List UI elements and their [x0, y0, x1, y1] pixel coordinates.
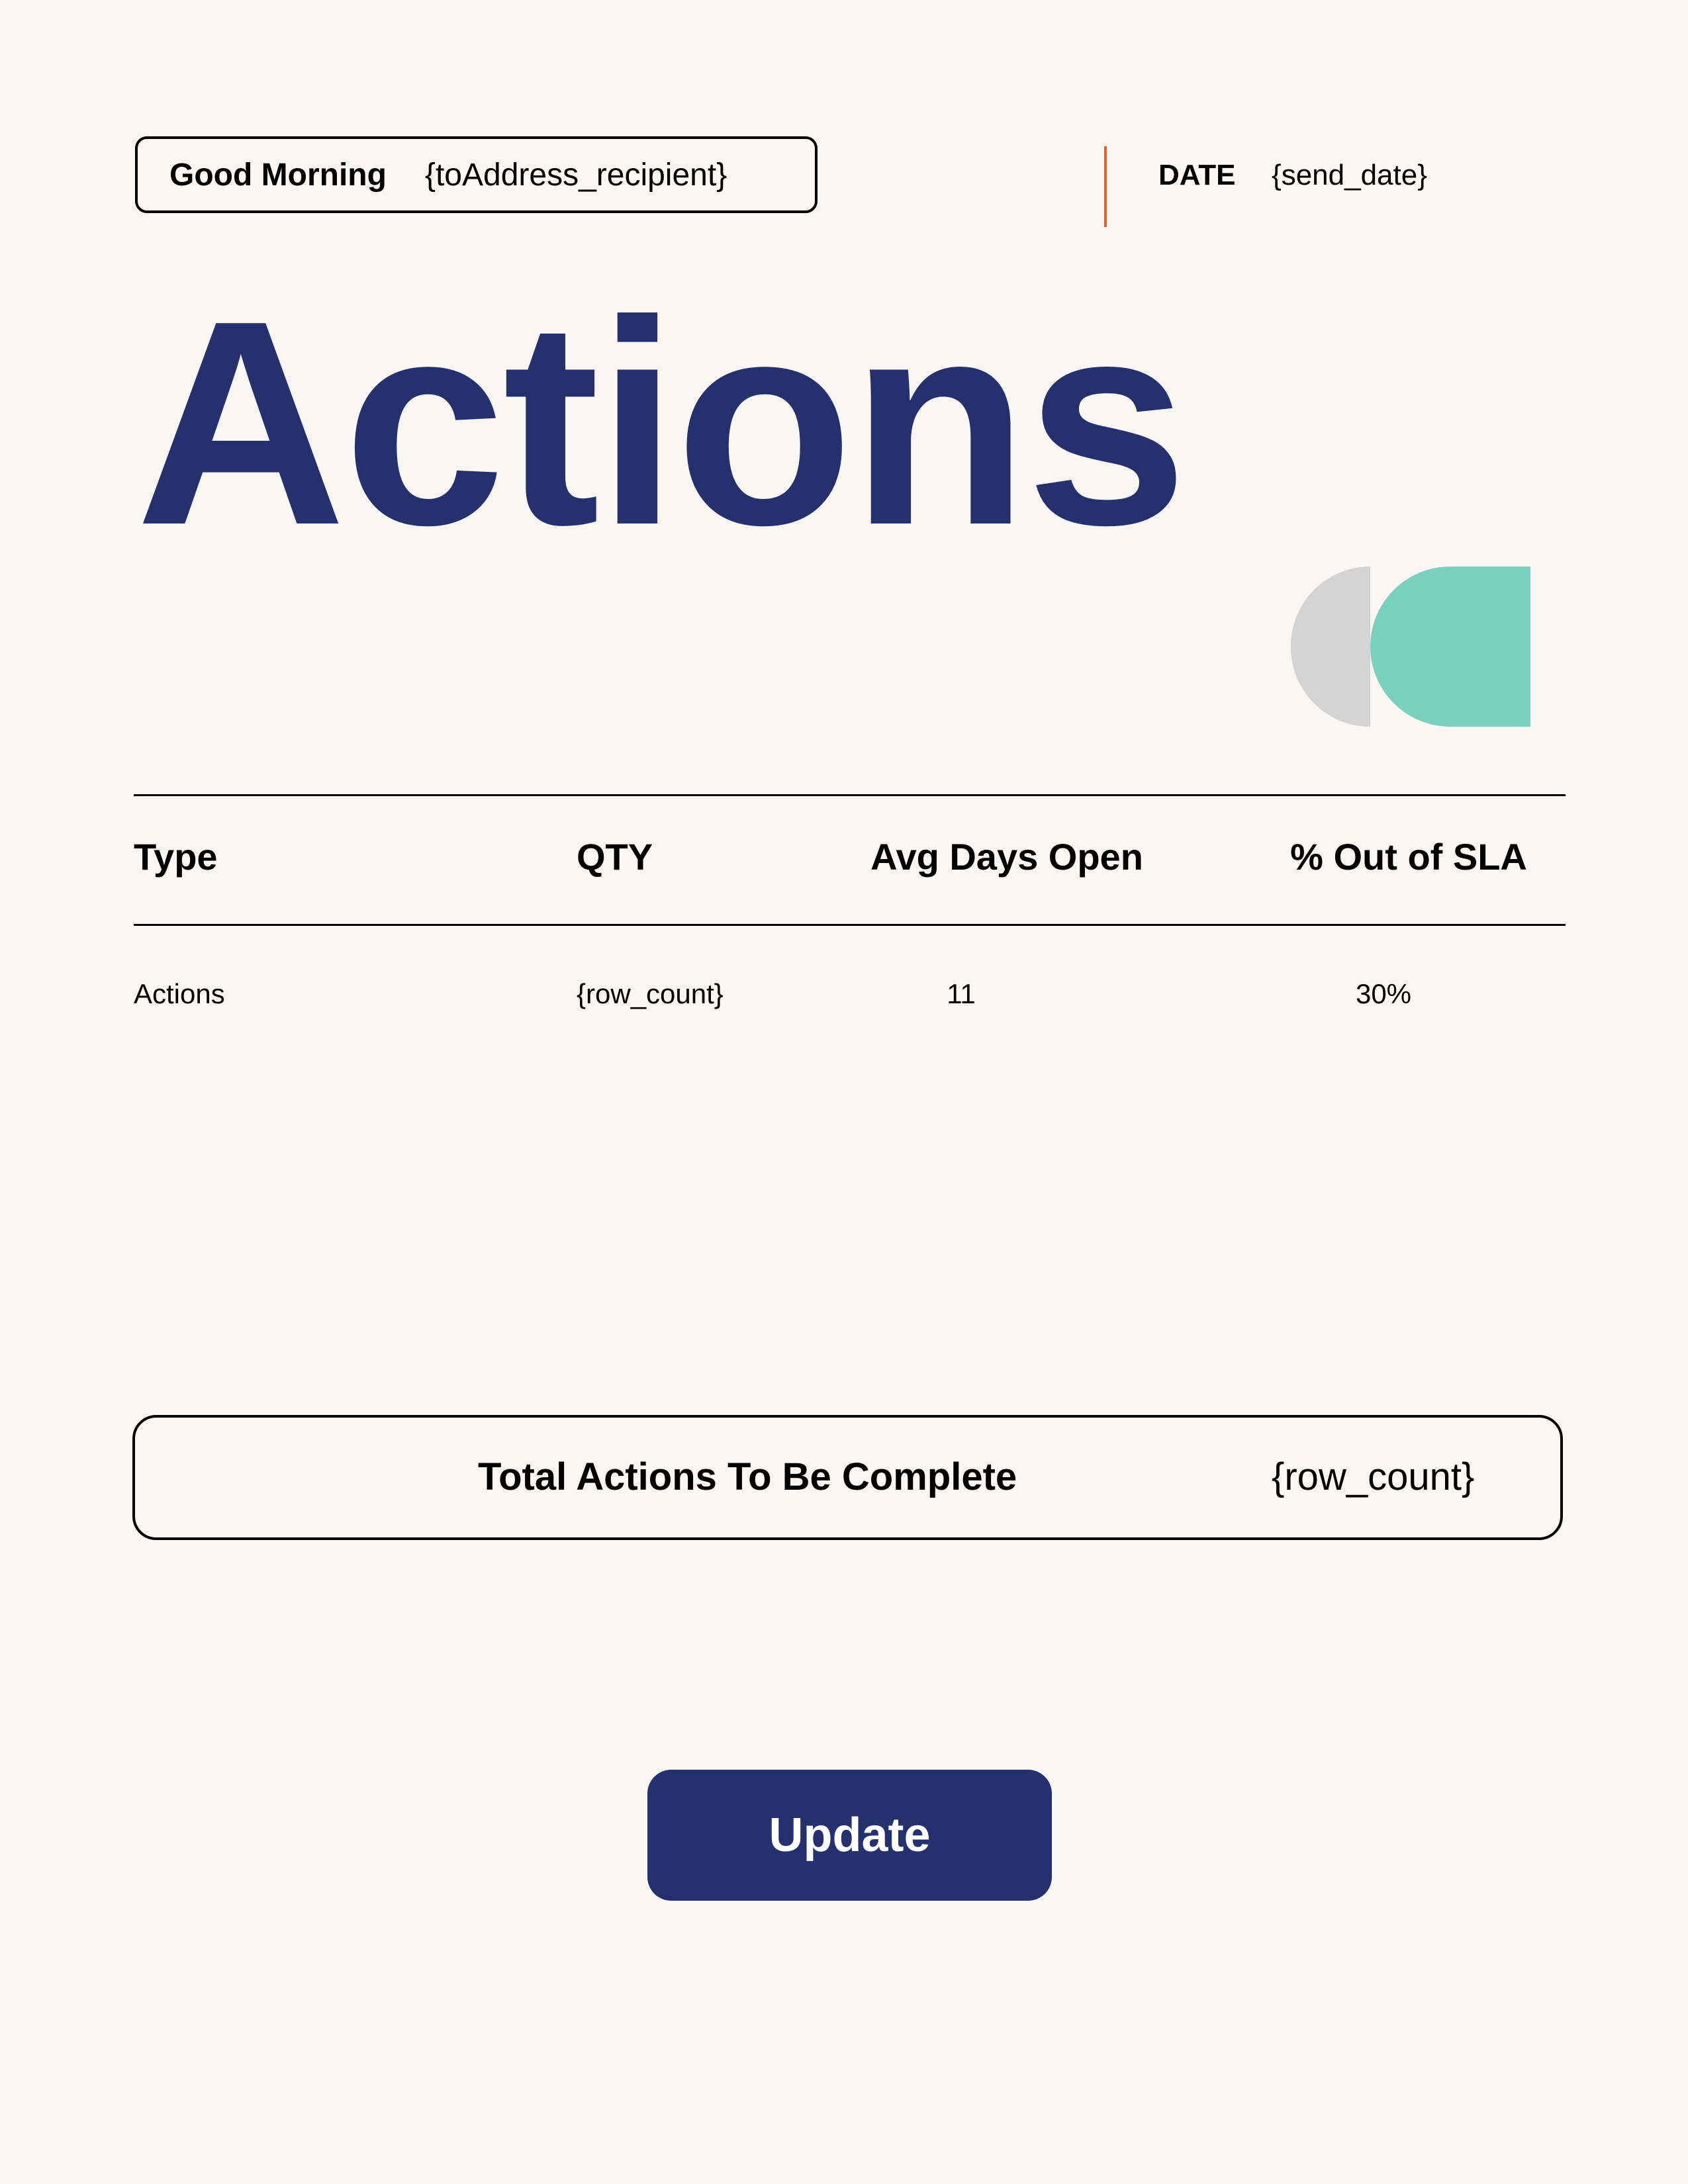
greeting-recipient: {toAddress_recipient}: [424, 157, 727, 193]
date-label: DATE: [1158, 159, 1236, 191]
date-value: {send_date}: [1272, 159, 1427, 191]
column-header-avg-days-open: Avg Days Open: [870, 836, 1143, 878]
cell-out-of-sla: 30%: [1355, 978, 1412, 1009]
decorative-gray-half-circle: [1291, 567, 1370, 727]
cell-type: Actions: [134, 978, 225, 1009]
total-label: Total Actions To Be Complete: [478, 1455, 1017, 1498]
greeting-box: Good Morning {toAddress_recipient}: [135, 136, 818, 213]
column-header-qty: QTY: [577, 836, 653, 878]
cell-qty: {row_count}: [577, 978, 724, 1009]
table-header-rule: [134, 924, 1566, 926]
page-title: Actions: [136, 261, 1188, 586]
cell-avg-days-open: 11: [947, 978, 976, 1009]
accent-divider: [1104, 146, 1107, 227]
column-header-type: Type: [134, 836, 218, 878]
column-header-out-of-sla: % Out of SLA: [1290, 836, 1527, 878]
table-top-rule: [134, 794, 1566, 796]
decorative-teal-shape: [1370, 567, 1530, 727]
total-value: {row_count}: [1272, 1455, 1475, 1498]
update-button[interactable]: Update: [647, 1770, 1052, 1901]
greeting-label: Good Morning: [169, 157, 387, 193]
